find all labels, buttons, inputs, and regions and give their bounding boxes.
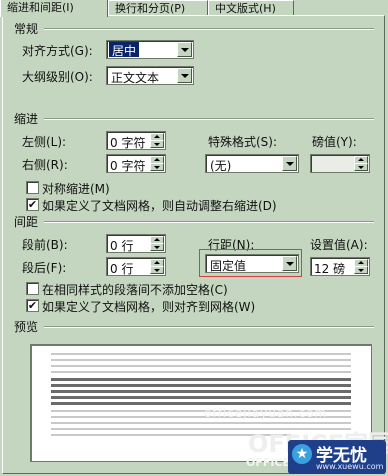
preview-line-current bbox=[51, 378, 351, 381]
spin-down-icon[interactable] bbox=[354, 266, 368, 274]
alignment-dropdown[interactable]: 居中 bbox=[106, 40, 194, 59]
alignment-value: 居中 bbox=[109, 42, 140, 58]
watermark-site: officejiayuan.com bbox=[204, 406, 328, 420]
preview-line-previous bbox=[51, 371, 351, 373]
tab-asian-typography[interactable]: 中文版式(H) bbox=[208, 0, 294, 16]
indent-right-value: 0 字符 bbox=[110, 159, 146, 173]
indent-left-label: 左侧(L): bbox=[22, 135, 67, 149]
special-indent-label: 特殊格式(S): bbox=[208, 135, 278, 149]
chevron-down-icon[interactable] bbox=[177, 68, 192, 83]
line-spacing-at-spinner[interactable]: 12 磅 bbox=[310, 257, 370, 276]
indent-divider bbox=[44, 118, 374, 120]
auto-adjust-label: 如果定义了文档网格，则自动调整右缩进(D) bbox=[42, 199, 277, 213]
preview-section-title: 预览 bbox=[14, 320, 39, 334]
preview-line-current bbox=[51, 396, 351, 399]
preview-line-previous bbox=[51, 353, 351, 355]
special-indent-value: (无) bbox=[210, 159, 232, 173]
indent-right-spinner[interactable]: 0 字符 bbox=[106, 154, 166, 173]
checkmark-icon: ✔ bbox=[27, 198, 38, 211]
no-space-same-style-checkbox[interactable] bbox=[26, 282, 39, 295]
preview-line-current bbox=[51, 390, 351, 393]
preview-line-current bbox=[51, 384, 351, 387]
tab-label: 中文版式(H) bbox=[215, 2, 276, 15]
spin-down-icon[interactable] bbox=[150, 243, 164, 251]
preview-line-current bbox=[51, 402, 351, 405]
alignment-label: 对齐方式(G): bbox=[22, 44, 93, 58]
tab-label: 换行和分页(P) bbox=[115, 2, 186, 15]
spacing-before-label: 段前(B): bbox=[22, 238, 68, 252]
indent-right-label: 右侧(R): bbox=[22, 158, 68, 172]
line-spacing-at-value: 12 磅 bbox=[314, 262, 346, 276]
spinner-buttons bbox=[354, 259, 368, 274]
spinner-buttons bbox=[354, 156, 368, 171]
general-divider bbox=[44, 28, 374, 30]
watermark-logo-badge: ★ 学无忧 www.xuewu.com bbox=[288, 440, 386, 474]
spinner-buttons bbox=[150, 133, 164, 148]
outline-level-label: 大纲级别(O): bbox=[22, 70, 93, 84]
spacing-after-value: 0 行 bbox=[110, 262, 134, 276]
star-icon: ★ bbox=[292, 444, 312, 464]
snap-to-grid-checkbox[interactable]: ✔ bbox=[26, 299, 39, 312]
indent-left-spinner[interactable]: 0 字符 bbox=[106, 131, 166, 150]
chevron-down-icon[interactable] bbox=[282, 156, 297, 171]
spin-down-icon[interactable] bbox=[150, 163, 164, 171]
indent-left-value: 0 字符 bbox=[110, 136, 146, 150]
line-spacing-dropdown[interactable]: 固定值 bbox=[205, 254, 299, 273]
spacing-after-spinner[interactable]: 0 行 bbox=[106, 257, 166, 276]
mirror-indents-checkbox[interactable] bbox=[26, 181, 39, 194]
chevron-down-icon[interactable] bbox=[282, 256, 297, 271]
spacing-before-value: 0 行 bbox=[110, 239, 134, 253]
outline-level-dropdown[interactable]: 正文文本 bbox=[106, 66, 194, 85]
spacing-section-title: 间距 bbox=[14, 215, 39, 229]
tab-line-page-breaks[interactable]: 换行和分页(P) bbox=[108, 0, 208, 16]
line-spacing-at-label: 设置值(A): bbox=[310, 238, 368, 252]
line-spacing-value: 固定值 bbox=[210, 259, 247, 273]
mirror-indents-label: 对称缩进(M) bbox=[42, 182, 110, 196]
chevron-down-icon[interactable] bbox=[177, 42, 192, 57]
preview-line-previous bbox=[51, 359, 351, 361]
indent-by-spinner[interactable] bbox=[310, 154, 370, 173]
tab-label: 缩进和间距(I) bbox=[7, 1, 74, 14]
spin-down-icon[interactable] bbox=[150, 266, 164, 274]
watermark-brand-small: OFFICE bbox=[246, 456, 291, 469]
spacing-before-spinner[interactable]: 0 行 bbox=[106, 234, 166, 253]
preview-line-previous bbox=[51, 365, 351, 367]
snap-to-grid-label: 如果定义了文档网格，则对齐到网格(W) bbox=[42, 300, 256, 314]
indent-by-label: 磅值(Y): bbox=[312, 135, 357, 149]
tab-strip: 缩进和间距(I) 换行和分页(P) 中文版式(H) bbox=[0, 0, 388, 17]
spinner-buttons bbox=[150, 156, 164, 171]
tab-indents-spacing[interactable]: 缩进和间距(I) bbox=[0, 0, 108, 17]
preview-divider bbox=[44, 326, 374, 328]
watermark-logo-site: www.xuewu.com bbox=[316, 462, 384, 471]
indent-section-title: 缩进 bbox=[14, 112, 39, 126]
spin-down-icon[interactable] bbox=[150, 140, 164, 148]
special-indent-dropdown[interactable]: (无) bbox=[205, 154, 299, 173]
spinner-buttons bbox=[150, 259, 164, 274]
checkmark-icon: ✔ bbox=[27, 299, 38, 312]
auto-adjust-checkbox[interactable]: ✔ bbox=[26, 198, 39, 211]
no-space-same-style-label: 在相同样式的段落间不添加空格(C) bbox=[42, 283, 228, 297]
spacing-after-label: 段后(F): bbox=[22, 261, 67, 275]
spin-down-icon[interactable] bbox=[354, 163, 368, 171]
spacing-divider bbox=[44, 221, 374, 223]
outline-level-value: 正文文本 bbox=[111, 71, 160, 85]
general-section-title: 常规 bbox=[14, 22, 39, 36]
spinner-buttons bbox=[150, 236, 164, 251]
